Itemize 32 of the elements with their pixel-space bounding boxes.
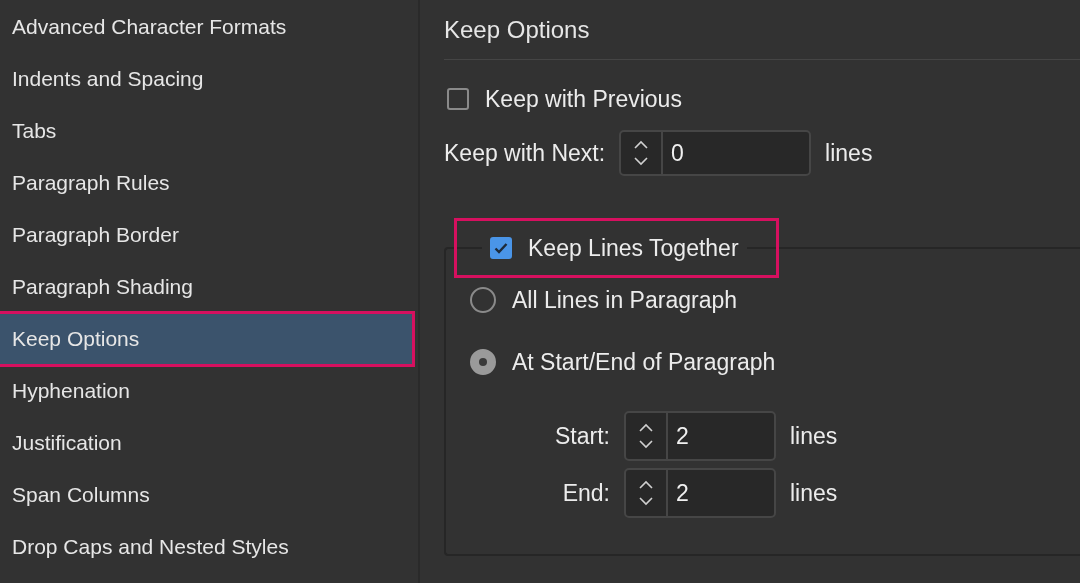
sidebar-item[interactable]: Keep Options — [0, 313, 412, 365]
sidebar-item[interactable]: Paragraph Border — [0, 209, 412, 261]
spin-box[interactable]: 2 — [624, 468, 776, 518]
checkbox[interactable] — [447, 88, 469, 110]
sidebar-item[interactable]: Paragraph Rules — [0, 157, 412, 209]
sidebar-item[interactable]: Indents and Spacing — [0, 53, 412, 105]
sidebar-item[interactable]: Advanced Character Formats — [0, 1, 412, 53]
radio-button[interactable] — [470, 287, 496, 313]
sidebar-item[interactable]: Span Columns — [0, 469, 412, 521]
field-label: Start: — [554, 422, 610, 450]
spin-box[interactable]: 2 — [624, 411, 776, 461]
number-input[interactable]: 2 — [668, 470, 774, 516]
checkbox-label: Keep with Previous — [485, 85, 682, 113]
number-input[interactable]: 2 — [668, 413, 774, 459]
field-label: Keep with Next: — [444, 139, 606, 167]
radio-label: At Start/End of Paragraph — [512, 348, 776, 376]
unit-label: lines — [825, 139, 873, 167]
field-label: End: — [561, 479, 610, 507]
sidebar-item[interactable]: Tabs — [0, 105, 412, 157]
checkbox-label: Keep Lines Together — [528, 234, 739, 262]
unit-label: lines — [790, 422, 838, 450]
spin-box[interactable]: 0 — [619, 130, 812, 176]
radio-label: All Lines in Paragraph — [512, 286, 738, 314]
unit-label: lines — [790, 479, 838, 507]
number-input[interactable]: 0 — [663, 132, 810, 174]
radio-button[interactable] — [470, 349, 496, 375]
sidebar-item[interactable]: Drop Caps and Nested Styles — [0, 521, 412, 573]
sidebar-item[interactable]: Justification — [0, 417, 412, 469]
section-title: Keep Options — [444, 15, 591, 45]
sidebar-item[interactable]: Paragraph Shading — [0, 261, 412, 313]
sidebar-item[interactable]: Hyphenation — [0, 365, 412, 417]
checkbox[interactable] — [490, 237, 512, 259]
